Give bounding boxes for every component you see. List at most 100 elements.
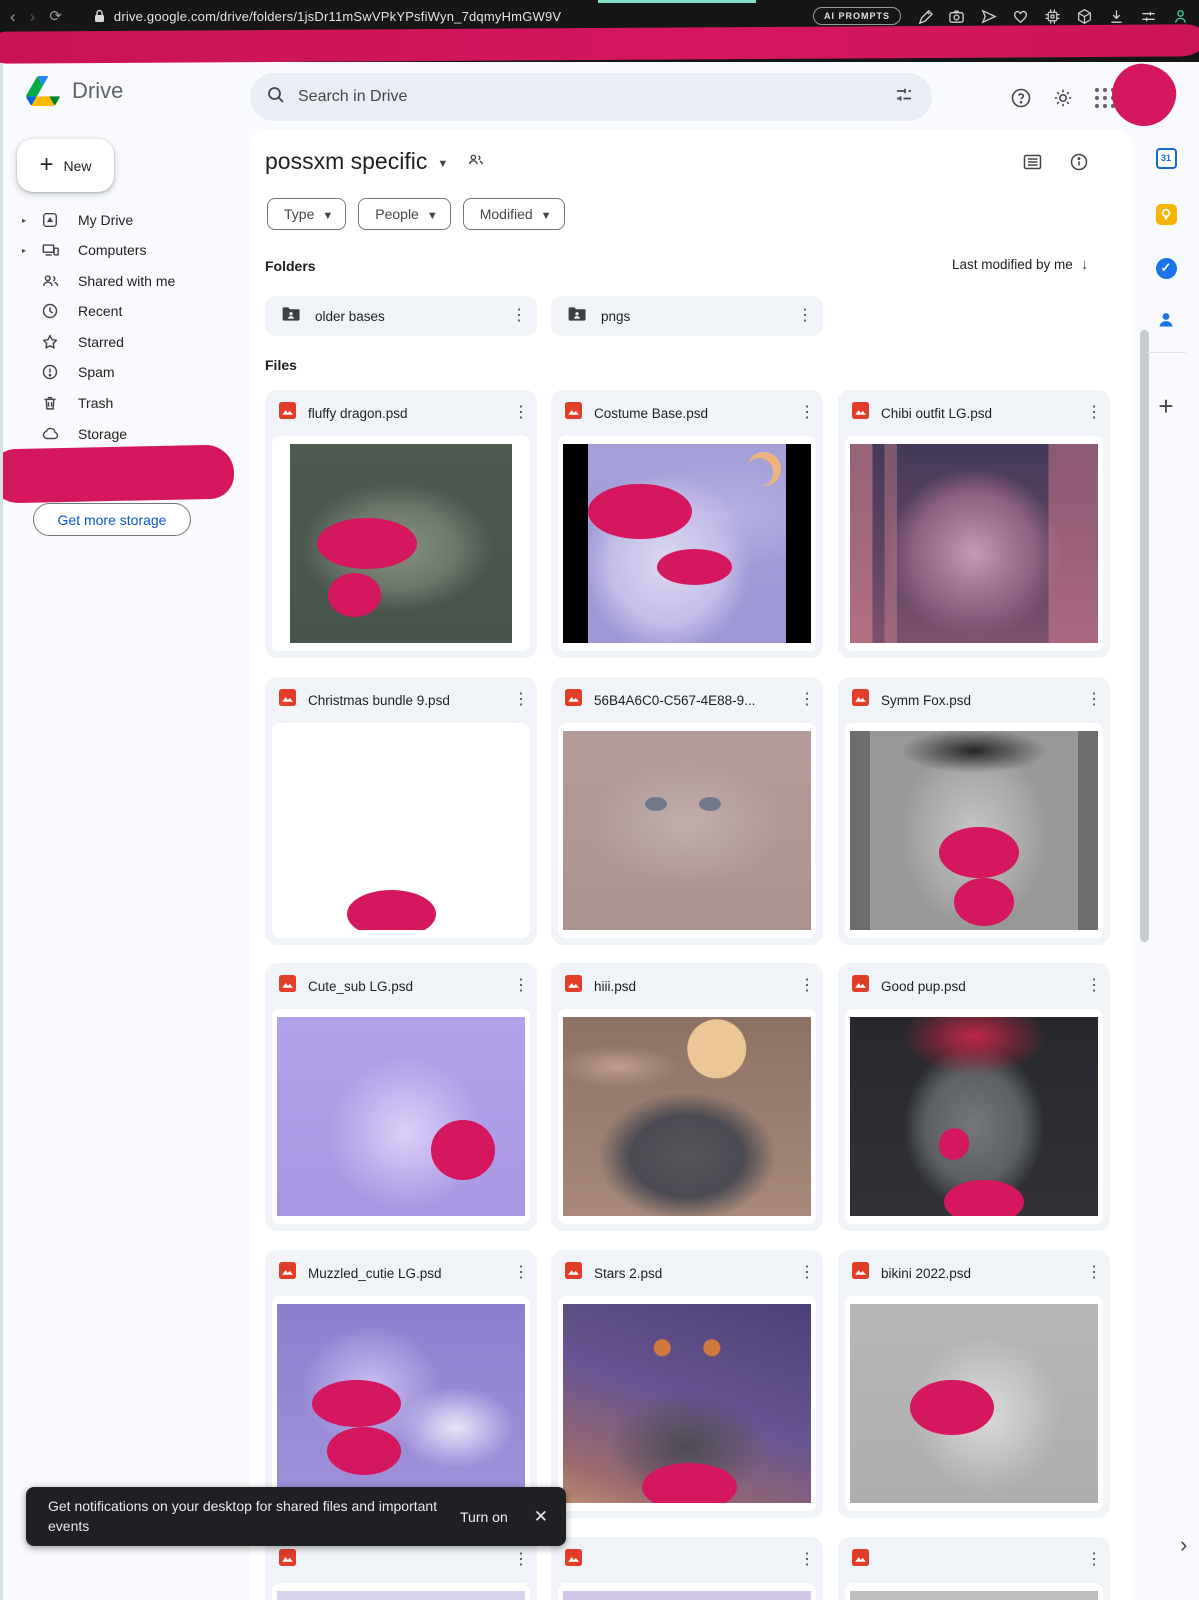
sidebar-item-trash[interactable]: Trash [16, 388, 238, 418]
file-card[interactable]: ⋮ [838, 1537, 1110, 1600]
file-thumbnail [272, 1009, 530, 1224]
sidebar-item-my-drive[interactable]: ▸ My Drive [16, 205, 238, 235]
keep-icon[interactable] [1148, 196, 1184, 232]
edit-icon[interactable] [916, 8, 933, 25]
details-info-icon[interactable] [1069, 152, 1089, 177]
download-icon[interactable] [1108, 8, 1125, 25]
calendar-icon[interactable]: 31 [1148, 140, 1184, 176]
url-bar[interactable]: drive.google.com/drive/folders/1jsDr11mS… [114, 9, 561, 24]
more-options-icon[interactable]: ⋮ [1084, 1265, 1104, 1281]
more-options-icon[interactable]: ⋮ [1084, 692, 1104, 708]
image-file-icon [279, 402, 296, 424]
list-view-toggle-icon[interactable] [1022, 152, 1043, 177]
sort-direction-arrow-icon[interactable]: ↓ [1081, 256, 1089, 273]
more-options-icon[interactable]: ⋮ [797, 978, 817, 994]
browser-back-icon[interactable]: ‹ [10, 8, 16, 25]
file-thumbnail [845, 1296, 1103, 1511]
cube-icon[interactable] [1076, 8, 1093, 25]
browser-refresh-icon[interactable]: ⟳ [49, 9, 62, 24]
chip-icon[interactable] [1044, 8, 1061, 25]
file-card[interactable]: Christmas bundle 9.psd ⋮ [265, 677, 537, 945]
file-card[interactable]: Stars 2.psd ⋮ [551, 1250, 823, 1518]
more-options-icon[interactable]: ⋮ [511, 1265, 531, 1281]
profile-icon[interactable] [1172, 8, 1189, 25]
folder-item[interactable]: older bases ⋮ [265, 296, 537, 336]
file-name: Symm Fox.psd [881, 693, 1084, 708]
extensions-sliders-icon[interactable] [1140, 8, 1157, 25]
more-options-icon[interactable]: ⋮ [511, 1552, 531, 1568]
drive-logo[interactable]: Drive [26, 76, 123, 106]
image-file-icon [565, 689, 582, 711]
filter-chip-type[interactable]: Type▼ [267, 198, 346, 230]
file-card[interactable]: fluffy dragon.psd ⋮ [265, 390, 537, 658]
turn-on-button[interactable]: Turn on [460, 1509, 508, 1525]
browser-forward-icon[interactable]: › [30, 8, 36, 25]
close-icon[interactable]: ✕ [534, 1507, 548, 1527]
camera-icon[interactable] [948, 8, 965, 25]
file-card[interactable]: ⋮ [265, 1537, 537, 1600]
redaction-band [0, 24, 1199, 63]
file-card[interactable]: bikini 2022.psd ⋮ [838, 1250, 1110, 1518]
file-card[interactable]: Cute_sub LG.psd ⋮ [265, 963, 537, 1231]
file-card[interactable]: Muzzled_cutie LG.psd ⋮ [265, 1250, 537, 1518]
file-thumbnail [272, 1296, 530, 1511]
add-side-panel-app-icon[interactable]: + [1148, 388, 1184, 424]
file-card[interactable]: Costume Base.psd ⋮ [551, 390, 823, 658]
file-card[interactable]: Good pup.psd ⋮ [838, 963, 1110, 1231]
image-file-icon [565, 1549, 582, 1571]
help-icon[interactable] [1008, 85, 1034, 111]
sidebar-item-label: Spam [78, 364, 115, 380]
send-icon[interactable] [980, 8, 997, 25]
expand-arrow-icon[interactable]: ▸ [22, 246, 34, 255]
more-options-icon[interactable]: ⋮ [797, 692, 817, 708]
search-input[interactable] [298, 88, 884, 106]
new-button[interactable]: + New [17, 139, 114, 192]
search-options-icon[interactable] [884, 85, 924, 110]
sort-control[interactable]: Last modified by me ↓ [952, 256, 1088, 273]
more-options-icon[interactable]: ⋮ [797, 405, 817, 421]
more-options-icon[interactable]: ⋮ [511, 978, 531, 994]
show-side-panel-chevron-icon[interactable]: › [1180, 1532, 1187, 1558]
more-options-icon[interactable]: ⋮ [797, 1265, 817, 1281]
image-file-icon [852, 1549, 869, 1571]
file-card[interactable]: 56B4A6C0-C567-4E88-9... ⋮ [551, 677, 823, 945]
sidebar-item-computers[interactable]: ▸ Computers [16, 235, 238, 265]
sidebar-item-recent[interactable]: Recent [16, 296, 238, 326]
file-card[interactable]: Symm Fox.psd ⋮ [838, 677, 1110, 945]
page-title: possxm specific [265, 148, 427, 175]
folder-item[interactable]: pngs ⋮ [551, 296, 823, 336]
sidebar-item-starred[interactable]: Starred [16, 327, 238, 357]
heart-icon[interactable] [1012, 8, 1029, 25]
more-options-icon[interactable]: ⋮ [1084, 1552, 1104, 1568]
more-options-icon[interactable]: ⋮ [797, 1552, 817, 1568]
filter-chip-people[interactable]: People▼ [358, 198, 450, 230]
more-options-icon[interactable]: ⋮ [511, 692, 531, 708]
get-more-storage-button[interactable]: Get more storage [33, 503, 191, 536]
image-file-icon [852, 689, 869, 711]
file-thumbnail [845, 436, 1103, 651]
file-card[interactable]: Chibi outfit LG.psd ⋮ [838, 390, 1110, 658]
more-options-icon[interactable]: ⋮ [509, 308, 529, 324]
notification-toast: Get notifications on your desktop for sh… [26, 1487, 566, 1546]
avatar[interactable] [1108, 60, 1180, 130]
file-card[interactable]: hiii.psd ⋮ [551, 963, 823, 1231]
file-card[interactable]: ⋮ [551, 1537, 823, 1600]
expand-arrow-icon[interactable]: ▸ [22, 216, 34, 225]
image-file-icon [565, 1262, 582, 1284]
image-file-icon [279, 1262, 296, 1284]
sidebar-item-spam[interactable]: Spam [16, 357, 238, 387]
sidebar-item-label: Trash [78, 395, 113, 411]
search-bar[interactable] [250, 73, 932, 121]
more-options-icon[interactable]: ⋮ [795, 308, 815, 324]
ai-prompts-button[interactable]: AI PROMPTS [813, 7, 901, 25]
app-name: Drive [72, 78, 123, 104]
sidebar-item-shared-with-me[interactable]: Shared with me [16, 266, 238, 296]
tasks-icon[interactable]: ✓ [1148, 250, 1184, 286]
filter-chip-modified[interactable]: Modified▼ [463, 198, 565, 230]
contacts-icon[interactable] [1148, 302, 1184, 338]
folder-menu-caret-icon[interactable]: ▼ [437, 158, 448, 170]
more-options-icon[interactable]: ⋮ [511, 405, 531, 421]
settings-gear-icon[interactable] [1050, 85, 1076, 111]
more-options-icon[interactable]: ⋮ [1084, 405, 1104, 421]
more-options-icon[interactable]: ⋮ [1084, 978, 1104, 994]
